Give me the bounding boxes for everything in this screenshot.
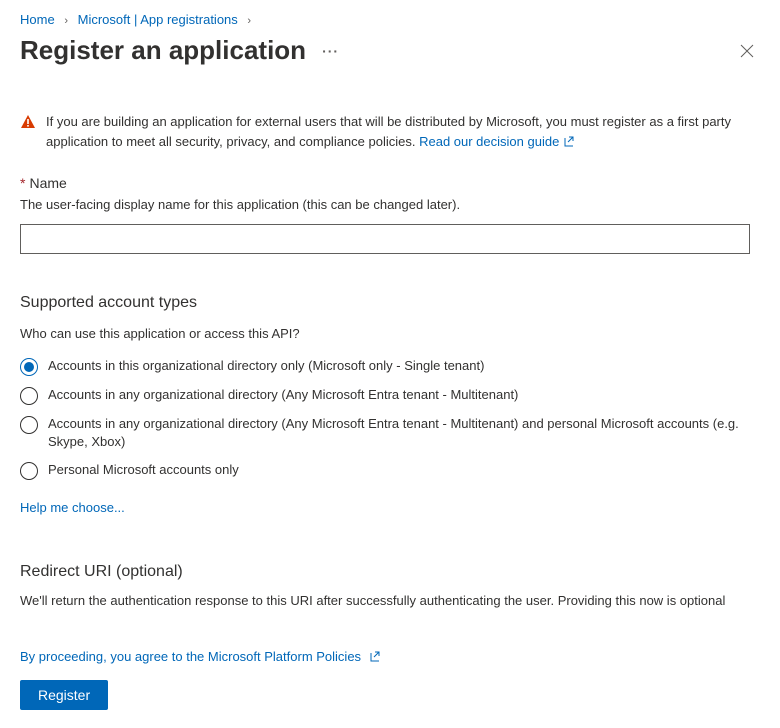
- external-link-icon: [562, 136, 574, 148]
- radio-icon: [20, 358, 38, 376]
- platform-policies-link[interactable]: By proceeding, you agree to the Microsof…: [20, 649, 380, 664]
- close-button[interactable]: [734, 38, 760, 64]
- account-types-title: Supported account types: [20, 294, 750, 312]
- warning-message: If you are building an application for e…: [46, 114, 731, 149]
- account-types-radio-group: Accounts in this organizational director…: [20, 357, 750, 480]
- help-me-choose-link[interactable]: Help me choose...: [20, 500, 125, 515]
- warning-notice: If you are building an application for e…: [20, 112, 750, 151]
- breadcrumb-separator: ›: [64, 15, 68, 27]
- radio-icon: [20, 462, 38, 480]
- account-type-option-single-tenant[interactable]: Accounts in this organizational director…: [20, 357, 750, 376]
- radio-icon: [20, 387, 38, 405]
- radio-label: Accounts in any organizational directory…: [48, 386, 518, 404]
- name-label: *Name: [20, 175, 750, 191]
- warning-text: If you are building an application for e…: [46, 112, 750, 151]
- more-actions-icon[interactable]: ···: [322, 43, 339, 59]
- name-input[interactable]: [20, 224, 750, 254]
- breadcrumb: Home › Microsoft | App registrations ›: [0, 0, 780, 35]
- decision-guide-link[interactable]: Read our decision guide: [419, 134, 574, 149]
- required-asterisk: *: [20, 175, 25, 191]
- breadcrumb-home[interactable]: Home: [20, 12, 55, 27]
- account-type-option-personal-only[interactable]: Personal Microsoft accounts only: [20, 461, 750, 480]
- name-label-text: Name: [29, 175, 66, 191]
- breadcrumb-separator: ›: [247, 15, 251, 27]
- register-button[interactable]: Register: [20, 680, 108, 710]
- page-title: Register an application ···: [20, 35, 339, 66]
- radio-label: Accounts in this organizational director…: [48, 357, 484, 375]
- close-icon: [740, 44, 754, 58]
- radio-label: Personal Microsoft accounts only: [48, 461, 239, 479]
- external-link-icon: [368, 651, 380, 663]
- name-help: The user-facing display name for this ap…: [20, 197, 750, 212]
- account-type-option-multitenant[interactable]: Accounts in any organizational directory…: [20, 386, 750, 405]
- redirect-uri-title: Redirect URI (optional): [20, 563, 750, 581]
- breadcrumb-parent[interactable]: Microsoft | App registrations: [78, 12, 238, 27]
- page-title-text: Register an application: [20, 35, 306, 66]
- radio-label: Accounts in any organizational directory…: [48, 415, 750, 451]
- account-types-help: Who can use this application or access t…: [20, 326, 750, 341]
- account-type-option-multitenant-personal[interactable]: Accounts in any organizational directory…: [20, 415, 750, 451]
- page-header: Register an application ···: [0, 35, 780, 74]
- form-scroll-area[interactable]: If you are building an application for e…: [0, 82, 770, 628]
- radio-icon: [20, 416, 38, 434]
- redirect-uri-help: We'll return the authentication response…: [20, 591, 750, 611]
- footer: By proceeding, you agree to the Microsof…: [0, 634, 780, 728]
- warning-icon: [20, 114, 36, 151]
